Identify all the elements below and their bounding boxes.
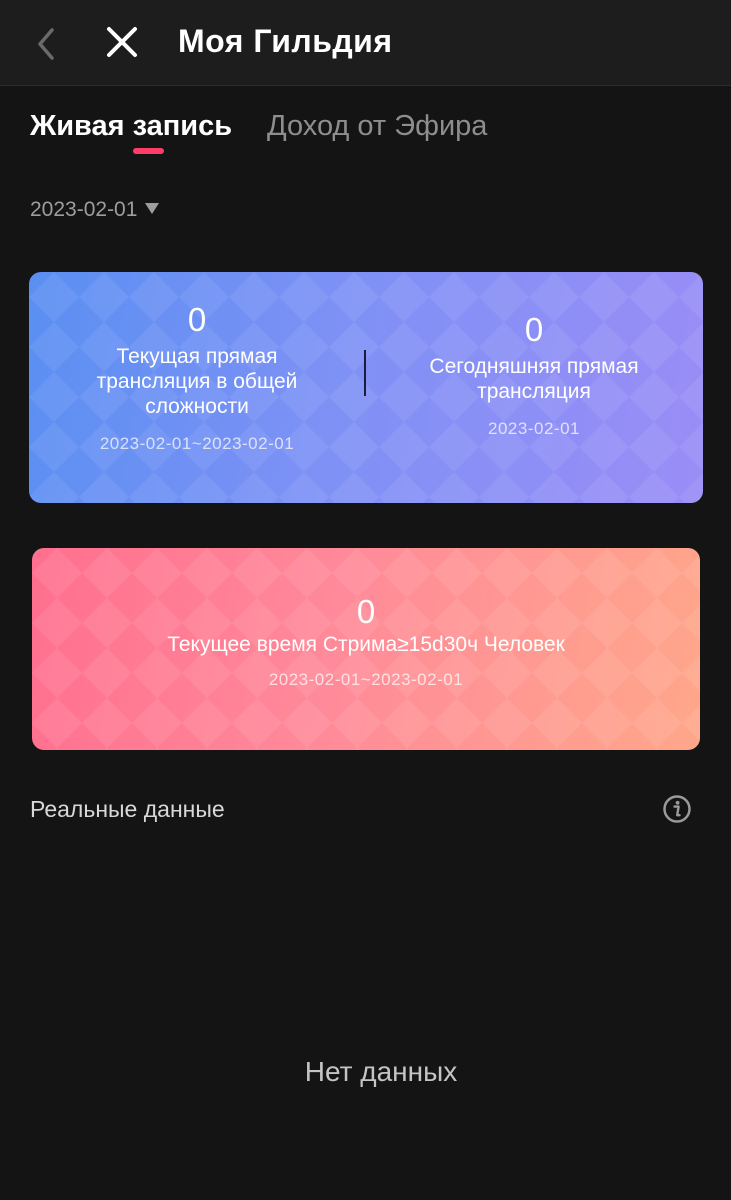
triangle-down-icon (145, 202, 160, 214)
total-live-value: 0 (187, 301, 207, 338)
total-live-stat: 0 Текущая прямая трансляция в общей слож… (69, 300, 325, 455)
active-tab-indicator (133, 148, 164, 154)
tab-broadcast-income[interactable]: Доход от Эфира (267, 104, 487, 148)
close-icon (107, 27, 137, 57)
info-icon (663, 795, 691, 823)
total-live-label: Текущая прямая трансляция в общей сложно… (96, 345, 298, 418)
back-button[interactable] (28, 22, 64, 66)
close-button[interactable] (100, 20, 144, 64)
realtime-title: Реальные данные (30, 796, 225, 822)
top-bar: Моя Гильдия (0, 0, 731, 86)
date-value: 2023-02-01 (30, 198, 138, 221)
page-title: Моя Гильдия (178, 23, 393, 59)
info-button[interactable] (662, 794, 692, 824)
today-live-date: 2023-02-01 (488, 419, 580, 438)
total-live-range: 2023-02-01~2023-02-01 (99, 434, 295, 453)
stream-time-card: 0 Текущее время Стрима≥15d30ч Человек 20… (32, 548, 700, 750)
stream-time-range: 2023-02-01~2023-02-01 (268, 670, 464, 689)
live-stats-card: 0 Текущая прямая трансляция в общей слож… (29, 272, 703, 503)
date-selector[interactable]: 2023-02-01 (30, 194, 160, 226)
tab-live-record[interactable]: Живая запись (30, 104, 232, 148)
stream-time-value: 0 (356, 593, 376, 630)
today-live-label: Сегодняшняя прямая трансляция (429, 355, 639, 403)
stream-time-stat: 0 Текущее время Стрима≥15d30ч Человек 20… (32, 592, 700, 691)
chevron-left-icon (38, 28, 54, 60)
today-live-stat: 0 Сегодняшняя прямая трансляция 2023-02-… (405, 310, 663, 440)
stream-time-label: Текущее время Стрима≥15d30ч Человек (167, 633, 565, 656)
stat-divider (364, 350, 366, 396)
today-live-value: 0 (524, 311, 544, 348)
empty-state-text: Нет данных (304, 1056, 458, 1087)
